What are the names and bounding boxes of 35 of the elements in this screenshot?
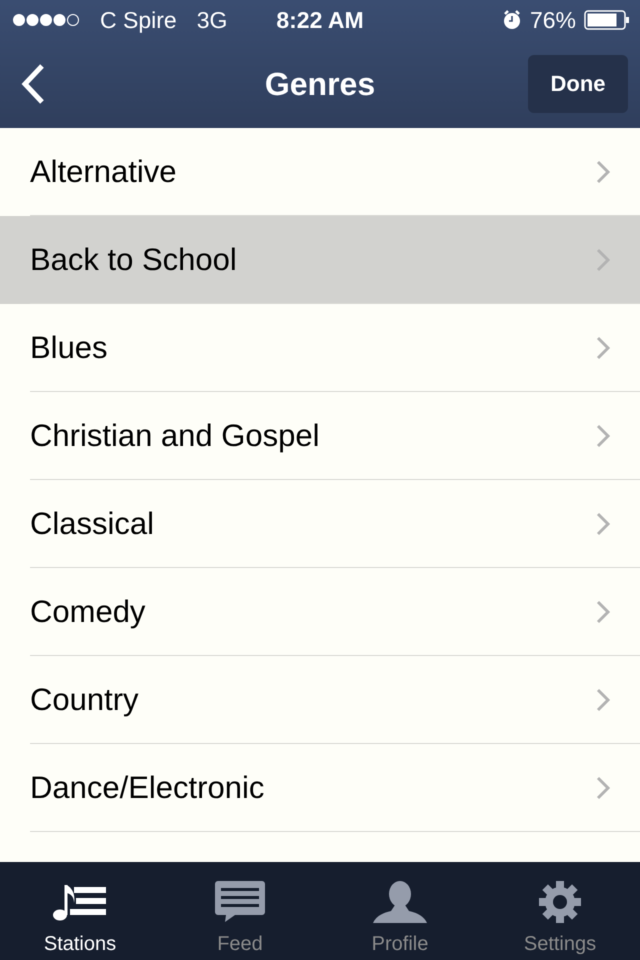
- genre-row[interactable]: Back to School: [0, 216, 640, 304]
- chevron-right-icon: [596, 248, 610, 272]
- chevron-right-icon: [596, 776, 610, 800]
- alarm-icon: [502, 10, 522, 30]
- tab-item[interactable]: Feed: [160, 862, 320, 960]
- genre-label: Comedy: [30, 594, 146, 630]
- tab-item[interactable]: Settings: [480, 862, 640, 960]
- speech-bubble-icon: [215, 881, 265, 923]
- battery-percent: 76%: [530, 6, 576, 34]
- nav-title: Genres: [264, 66, 376, 102]
- chevron-right-icon: [596, 424, 610, 448]
- chevron-right-icon: [596, 336, 610, 360]
- done-button[interactable]: Done: [528, 55, 628, 113]
- tab-item[interactable]: Stations: [0, 862, 160, 960]
- carrier-name: C Spire: [100, 6, 177, 34]
- battery-icon: [584, 10, 630, 30]
- genre-label: Christian and Gospel: [30, 418, 320, 454]
- back-button[interactable]: [20, 63, 46, 105]
- tab-item[interactable]: Profile: [320, 862, 480, 960]
- chevron-right-icon: [596, 600, 610, 624]
- genre-label: Dance/Electronic: [30, 770, 264, 806]
- genre-label: Blues: [30, 330, 108, 366]
- chevron-right-icon: [596, 512, 610, 536]
- genre-label: Alternative: [30, 154, 176, 190]
- status-time: 8:22 AM: [276, 6, 364, 34]
- network-type: 3G: [196, 6, 228, 34]
- genre-label: Country: [30, 682, 139, 718]
- person-icon: [373, 881, 427, 923]
- chevron-left-icon: [20, 63, 46, 105]
- genre-label: Classical: [30, 506, 154, 542]
- chevron-right-icon: [596, 688, 610, 712]
- chevron-right-icon: [596, 160, 610, 184]
- settings-icon: [539, 881, 581, 923]
- music-list-icon: [52, 883, 108, 923]
- genre-label: Back to School: [30, 242, 237, 278]
